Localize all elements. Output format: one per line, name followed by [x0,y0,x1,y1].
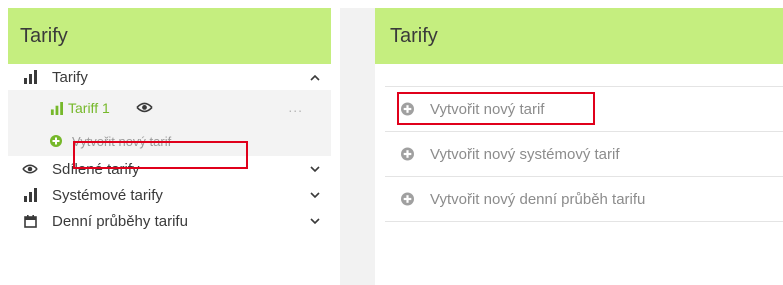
chevron-down-icon[interactable] [309,189,321,201]
tree-item-system-tariffs[interactable]: Systémové tarify [8,182,331,208]
bar-chart-icon [48,100,64,116]
action-label: Vytvořit nový denní průběh tarifu [430,190,646,208]
calendar-icon [22,213,38,229]
highlight-box [73,141,248,169]
plus-circle-icon [401,147,414,161]
shared-eye-icon [136,101,153,113]
action-label: Vytvořit nový systémový tarif [430,145,620,163]
tree-subitem-tariff-1[interactable]: Tariff 1 ... [8,90,331,126]
chevron-down-icon[interactable] [309,163,321,175]
tree-panel-header: Tarify [8,8,331,64]
detail-panel-title: Tarify [390,24,438,47]
tree-subitem-label: Tariff 1 [68,100,110,116]
bar-chart-icon [22,69,38,85]
tree-item-label: Denní průběhy tarifu [52,212,188,230]
tree-item-label: Tarify [52,68,88,86]
action-create-system-tariff[interactable]: Vytvořit nový systémový tarif [385,132,783,177]
detail-panel-header: Tarify [375,8,783,64]
action-create-daily-profile[interactable]: Vytvořit nový denní průběh tarifu [385,177,783,222]
tree-panel-title: Tarify [20,24,68,47]
tree-item-daily-profiles[interactable]: Denní průběhy tarifu [8,208,331,234]
plus-circle-icon [401,192,414,206]
tree-item-label: Systémové tarify [52,186,163,204]
tariffs-tree-panel: Tarify Tarify Tariff 1 ... Vytvořit nový… [8,8,331,285]
more-options-icon[interactable]: ... [288,99,303,115]
shared-eye-icon [22,161,38,177]
plus-circle-icon [48,133,64,149]
tariffs-detail-panel: Tarify Vytvořit nový tarif Vytvořit nový… [375,8,783,285]
chevron-down-icon[interactable] [309,215,321,227]
panel-divider [340,8,375,285]
highlight-box [397,92,595,125]
chevron-up-icon[interactable] [309,71,321,83]
tree-item-tarify[interactable]: Tarify [8,64,331,90]
bar-chart-icon [22,187,38,203]
